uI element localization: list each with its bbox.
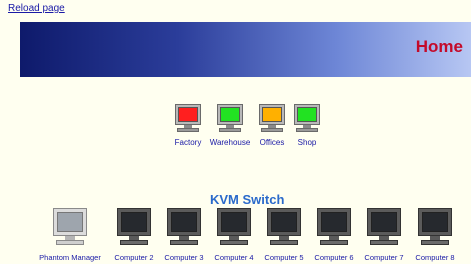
kvm-computer-6[interactable]: Computer 6 bbox=[309, 208, 359, 262]
monitor-icon bbox=[167, 208, 201, 248]
kvm-computer-phantom-manager[interactable]: Phantom Manager bbox=[39, 208, 101, 262]
status-label: Factory bbox=[174, 138, 202, 147]
monitor-icon bbox=[293, 104, 321, 134]
kvm-computer-4[interactable]: Computer 4 bbox=[209, 208, 259, 262]
kvm-label: Computer 6 bbox=[314, 253, 354, 262]
kvm-label: Computer 5 bbox=[264, 253, 304, 262]
kvm-label: Phantom Manager bbox=[39, 253, 101, 262]
monitor-icon bbox=[53, 208, 87, 248]
status-label: Warehouse bbox=[209, 138, 251, 147]
kvm-label: Computer 2 bbox=[114, 253, 154, 262]
monitor-icon bbox=[418, 208, 452, 248]
monitor-icon bbox=[117, 208, 151, 248]
status-item-offices[interactable]: Offices bbox=[254, 104, 290, 147]
header-banner: Home bbox=[20, 22, 471, 77]
kvm-computer-2[interactable]: Computer 2 bbox=[109, 208, 159, 262]
kvm-computer-row: Phantom Manager Computer 2 Computer 3 Co… bbox=[0, 208, 471, 264]
status-item-shop[interactable]: Shop bbox=[289, 104, 325, 147]
monitor-icon bbox=[367, 208, 401, 248]
monitor-icon bbox=[216, 104, 244, 134]
kvm-label: Computer 4 bbox=[214, 253, 254, 262]
status-label: Shop bbox=[297, 138, 317, 147]
kvm-computer-7[interactable]: Computer 7 bbox=[359, 208, 409, 262]
monitor-icon bbox=[267, 208, 301, 248]
kvm-label: Computer 7 bbox=[364, 253, 404, 262]
monitor-icon bbox=[174, 104, 202, 134]
monitor-icon bbox=[317, 208, 351, 248]
kvm-label: Computer 3 bbox=[164, 253, 204, 262]
kvm-switch-heading: KVM Switch bbox=[210, 192, 285, 207]
status-item-warehouse[interactable]: Warehouse bbox=[210, 104, 250, 147]
monitor-icon bbox=[217, 208, 251, 248]
page-title: Home bbox=[415, 37, 463, 56]
kvm-computer-8[interactable]: Computer 8 bbox=[410, 208, 460, 262]
reload-page-link[interactable]: Reload page bbox=[8, 3, 65, 14]
kvm-label: Computer 8 bbox=[415, 253, 455, 262]
status-item-factory[interactable]: Factory bbox=[170, 104, 206, 147]
kvm-computer-3[interactable]: Computer 3 bbox=[159, 208, 209, 262]
kvm-computer-5[interactable]: Computer 5 bbox=[259, 208, 309, 262]
status-monitor-row: Factory Warehouse Offices Shop bbox=[170, 104, 340, 154]
monitor-icon bbox=[258, 104, 286, 134]
status-label: Offices bbox=[259, 138, 285, 147]
